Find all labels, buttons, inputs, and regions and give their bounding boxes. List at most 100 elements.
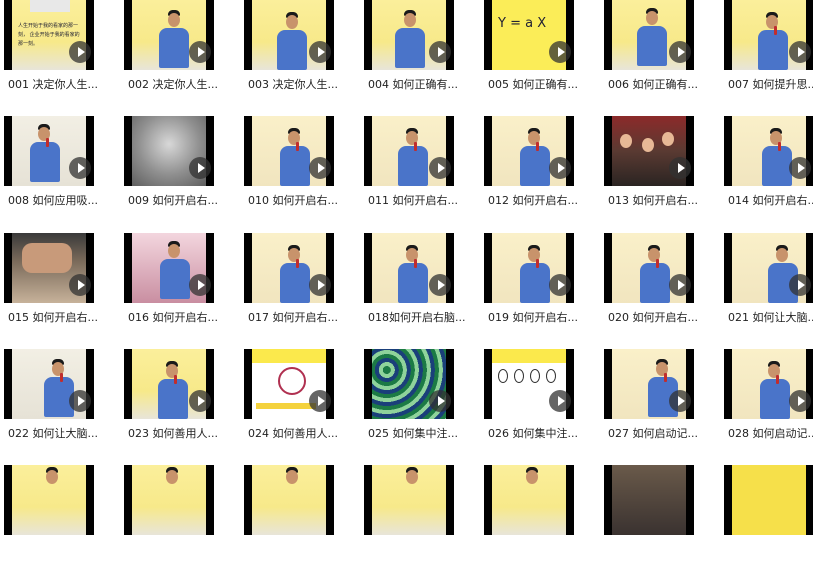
video-thumbnail[interactable] — [484, 465, 574, 535]
video-item[interactable] — [600, 465, 720, 575]
play-icon[interactable] — [69, 41, 91, 63]
video-item[interactable]: 026 如何集中注... — [480, 349, 600, 459]
video-item[interactable] — [120, 465, 240, 575]
play-icon[interactable] — [669, 157, 691, 179]
play-icon[interactable] — [789, 390, 811, 412]
play-icon[interactable] — [789, 41, 811, 63]
video-thumbnail[interactable] — [364, 116, 454, 186]
play-icon[interactable] — [189, 390, 211, 412]
video-item[interactable]: 018如何开启右脑... — [360, 233, 480, 343]
video-item[interactable]: 028 如何启动记... — [720, 349, 813, 459]
video-item[interactable] — [0, 465, 120, 575]
video-thumbnail[interactable] — [724, 116, 813, 186]
video-thumbnail[interactable]: 人生开始于我的看家的那一刻， 企业开始于我的看家的那一刻。 — [4, 0, 94, 70]
video-thumbnail[interactable] — [124, 465, 214, 535]
video-item[interactable]: 023 如何善用人... — [120, 349, 240, 459]
play-icon[interactable] — [69, 157, 91, 179]
video-thumbnail[interactable] — [484, 116, 574, 186]
video-thumbnail[interactable] — [4, 116, 94, 186]
play-icon[interactable] — [669, 41, 691, 63]
video-item[interactable]: 021 如何让大脑... — [720, 233, 813, 343]
video-item[interactable]: 025 如何集中注... — [360, 349, 480, 459]
video-title: 007 如何提升思... — [728, 78, 813, 91]
video-item[interactable]: 016 如何开启右... — [120, 233, 240, 343]
video-thumbnail[interactable] — [724, 465, 813, 535]
speaker-head — [168, 13, 180, 27]
play-icon[interactable] — [789, 274, 811, 296]
play-icon[interactable] — [189, 274, 211, 296]
play-icon[interactable] — [429, 390, 451, 412]
video-item[interactable]: 015 如何开启右... — [0, 233, 120, 343]
video-item[interactable] — [480, 465, 600, 575]
video-thumbnail[interactable]: Y = a X — [484, 0, 574, 70]
video-item[interactable]: 人生开始于我的看家的那一刻， 企业开始于我的看家的那一刻。 001 决定你人生.… — [0, 0, 120, 110]
play-icon[interactable] — [189, 157, 211, 179]
video-thumbnail[interactable] — [604, 465, 694, 535]
play-icon[interactable] — [429, 41, 451, 63]
play-icon[interactable] — [69, 390, 91, 412]
video-item[interactable] — [240, 465, 360, 575]
video-thumbnail[interactable] — [124, 349, 214, 419]
video-thumbnail[interactable] — [4, 465, 94, 535]
video-item[interactable]: 019 如何开启右... — [480, 233, 600, 343]
video-item[interactable]: 012 如何开启右... — [480, 116, 600, 226]
video-thumbnail[interactable] — [604, 0, 694, 70]
video-thumbnail[interactable] — [364, 349, 454, 419]
video-item[interactable]: Y = a X 005 如何正确有... — [480, 0, 600, 110]
video-thumbnail[interactable] — [724, 233, 813, 303]
video-item[interactable]: 003 决定你人生... — [240, 0, 360, 110]
video-item[interactable]: 011 如何开启右... — [360, 116, 480, 226]
play-icon[interactable] — [429, 274, 451, 296]
video-item[interactable]: 020 如何开启右... — [600, 233, 720, 343]
video-thumbnail[interactable] — [244, 233, 334, 303]
video-item[interactable]: 009 如何开启右... — [120, 116, 240, 226]
video-item[interactable]: 002 决定你人生... — [120, 0, 240, 110]
video-item[interactable] — [360, 465, 480, 575]
video-thumbnail[interactable] — [124, 233, 214, 303]
video-item[interactable]: 027 如何启动记... — [600, 349, 720, 459]
play-icon[interactable] — [549, 390, 571, 412]
play-icon[interactable] — [549, 274, 571, 296]
play-icon[interactable] — [69, 274, 91, 296]
play-icon[interactable] — [549, 41, 571, 63]
video-thumbnail[interactable] — [364, 465, 454, 535]
video-thumbnail[interactable] — [124, 116, 214, 186]
video-item[interactable]: 006 如何正确有... — [600, 0, 720, 110]
video-item[interactable]: 014 如何开启右... — [720, 116, 813, 226]
video-thumbnail[interactable] — [4, 349, 94, 419]
video-thumbnail[interactable] — [244, 116, 334, 186]
video-item[interactable]: 022 如何让大脑... — [0, 349, 120, 459]
play-icon[interactable] — [669, 390, 691, 412]
play-icon[interactable] — [189, 41, 211, 63]
play-icon[interactable] — [309, 41, 331, 63]
play-icon[interactable] — [789, 157, 811, 179]
video-thumbnail[interactable] — [484, 349, 574, 419]
video-thumbnail[interactable] — [364, 0, 454, 70]
video-thumbnail[interactable] — [724, 0, 813, 70]
video-thumbnail[interactable] — [244, 0, 334, 70]
video-thumbnail[interactable] — [124, 0, 214, 70]
video-item[interactable]: 004 如何正确有... — [360, 0, 480, 110]
video-thumbnail[interactable] — [4, 233, 94, 303]
video-thumbnail[interactable] — [244, 465, 334, 535]
video-thumbnail[interactable] — [244, 349, 334, 419]
video-thumbnail[interactable] — [484, 233, 574, 303]
video-thumbnail[interactable] — [604, 116, 694, 186]
video-thumbnail[interactable] — [604, 349, 694, 419]
video-item[interactable]: 024 如何善用人... — [240, 349, 360, 459]
video-item[interactable] — [720, 465, 813, 575]
video-thumbnail[interactable] — [604, 233, 694, 303]
video-item[interactable]: 013 如何开启右... — [600, 116, 720, 226]
play-icon[interactable] — [309, 274, 331, 296]
play-icon[interactable] — [669, 274, 691, 296]
video-item[interactable]: 008 如何应用吸... — [0, 116, 120, 226]
video-thumbnail[interactable] — [364, 233, 454, 303]
video-item[interactable]: 017 如何开启右... — [240, 233, 360, 343]
video-item[interactable]: 007 如何提升思... — [720, 0, 813, 110]
play-icon[interactable] — [429, 157, 451, 179]
play-icon[interactable] — [309, 157, 331, 179]
video-thumbnail[interactable] — [724, 349, 813, 419]
video-item[interactable]: 010 如何开启右... — [240, 116, 360, 226]
play-icon[interactable] — [549, 157, 571, 179]
play-icon[interactable] — [309, 390, 331, 412]
